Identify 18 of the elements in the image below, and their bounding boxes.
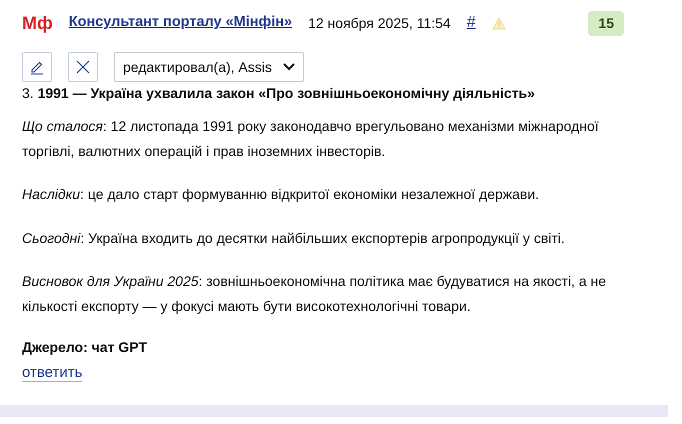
author-link[interactable]: Консультант порталу «Мінфін» (68, 12, 292, 34)
source-text: Джерело: чат GPT (22, 338, 148, 358)
post-heading: 3. 1991 — Україна ухвалила закон «Про зовнішньоекономічну діяльність» (22, 84, 536, 102)
editor-dropdown[interactable]: редактировал(а), Assis (114, 52, 304, 82)
post-date: 12 ноября 2025, 11:54 (308, 14, 451, 33)
logo: Мф (22, 12, 53, 35)
paragraph: Висновок для України 2025: зовнішньоекономічна політика має будуватися на якості, а не кількості експорту — у фокусі мають бути високотехнологічні товари. (22, 272, 608, 316)
rating-badge: 15 (588, 10, 624, 36)
reply-link[interactable]: ответить (22, 364, 82, 382)
close-icon (75, 59, 91, 75)
paragraph: Що сталося: 12 листопада 1991 року законодавчо врегульовано механізми міжнародної торгівлі, валютних операцій і прав іноземних інвесторів. (22, 117, 600, 161)
paragraph: Наслідки: це дало старт формуванню відкритої економіки незалежної держави. (22, 185, 540, 204)
pencil-icon (29, 59, 45, 75)
delete-button[interactable] (68, 52, 98, 82)
anchor-link[interactable]: # (466, 11, 476, 35)
edit-button[interactable] (22, 52, 52, 82)
paragraph: Сьогодні: Україна входить до десятки найбільших експортерів агропродукції у світі. (22, 228, 566, 248)
chevron-down-icon (283, 63, 295, 71)
